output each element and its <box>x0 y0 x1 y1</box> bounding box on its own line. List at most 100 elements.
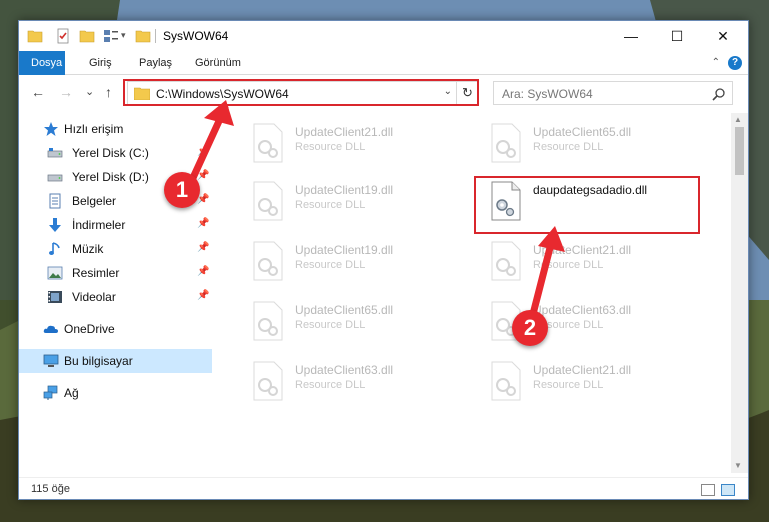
file-name: UpdateClient21.dll <box>533 243 632 257</box>
sidebar-item-label: Hızlı erişim <box>64 122 124 136</box>
sidebar-item-quick-access[interactable]: Hızlı erişim <box>19 117 212 141</box>
address-path[interactable]: C:\Windows\SysWOW64 <box>156 87 289 101</box>
file-tile[interactable]: UpdateClient21.dll Resource DLL <box>479 357 709 415</box>
pin-icon[interactable]: 📌 <box>197 146 209 157</box>
music-icon <box>49 242 60 255</box>
dll-file-icon <box>491 241 521 281</box>
computer-icon <box>43 354 59 367</box>
tab-view[interactable]: Görünüm <box>195 51 241 75</box>
videos-icon <box>48 291 62 303</box>
new-folder-icon[interactable] <box>79 28 95 44</box>
file-tile[interactable]: UpdateClient19.dll Resource DLL <box>241 177 471 235</box>
file-type: Resource DLL <box>533 259 604 271</box>
scroll-down-icon[interactable]: ▼ <box>734 461 742 470</box>
file-name: UpdateClient63.dll <box>533 303 632 317</box>
sidebar-item-pictures[interactable]: Resimler 📌 <box>19 261 212 285</box>
vertical-scrollbar[interactable]: ▲ ▼ <box>731 113 748 473</box>
dll-file-icon <box>253 241 283 281</box>
tab-share[interactable]: Paylaş <box>139 51 172 75</box>
refresh-icon[interactable]: ↻ <box>456 82 478 104</box>
search-icon[interactable] <box>712 87 726 101</box>
sidebar-item-local-disk-c[interactable]: Yerel Disk (C:) 📌 <box>19 141 212 165</box>
tab-file[interactable]: Dosya <box>19 51 65 75</box>
sidebar-item-label: Ağ <box>64 386 79 400</box>
minimize-button[interactable]: — <box>608 21 654 51</box>
dll-file-icon <box>491 181 521 221</box>
large-icons-view-icon[interactable] <box>721 484 735 496</box>
dll-file-icon <box>253 301 283 341</box>
sidebar-item-music[interactable]: Müzik 📌 <box>19 237 212 261</box>
search-input[interactable]: Ara: SysWOW64 <box>502 87 593 101</box>
network-icon <box>43 385 58 400</box>
pictures-icon <box>47 266 63 280</box>
address-bar[interactable]: C:\Windows\SysWOW64 ⌄ ↻ <box>127 81 479 105</box>
quick-access-dropdown-icon[interactable]: ▾ <box>121 30 126 41</box>
address-dropdown-icon[interactable]: ⌄ <box>444 86 452 97</box>
ribbon-expand-icon[interactable]: ⌃ <box>712 57 720 68</box>
star-icon <box>44 122 58 136</box>
file-tile[interactable]: UpdateClient65.dll Resource DLL <box>479 119 709 177</box>
window-title: SysWOW64 <box>163 29 229 43</box>
sidebar-item-label: Müzik <box>72 242 104 256</box>
pin-icon[interactable]: 📌 <box>197 290 209 301</box>
documents-icon <box>49 193 61 209</box>
file-tile[interactable]: UpdateClient63.dll Resource DLL <box>241 357 471 415</box>
step-2-badge: 2 <box>512 310 548 346</box>
title-separator <box>155 29 156 43</box>
file-type: Resource DLL <box>295 141 366 153</box>
title-bar: ▾ SysWOW64 — ☐ ✕ <box>19 21 748 51</box>
minimize-icon: — <box>624 28 638 44</box>
file-tile[interactable]: UpdateClient65.dll Resource DLL <box>241 297 471 355</box>
dll-file-icon <box>253 181 283 221</box>
file-name: UpdateClient21.dll <box>533 363 632 377</box>
sidebar-item-network[interactable]: Ağ <box>19 381 212 405</box>
forward-icon[interactable]: → <box>59 84 73 100</box>
maximize-button[interactable]: ☐ <box>654 21 700 51</box>
pin-icon[interactable]: 📌 <box>197 242 209 253</box>
details-view-icon[interactable] <box>701 484 715 496</box>
tab-home[interactable]: Giriş <box>89 51 112 75</box>
file-name: daupdategsadadio.dll <box>533 183 648 197</box>
sidebar-item-label: Belgeler <box>72 194 117 208</box>
pin-icon[interactable]: 📌 <box>197 218 209 229</box>
file-type: Resource DLL <box>533 141 604 153</box>
dll-file-icon <box>491 123 521 163</box>
back-icon[interactable]: ← <box>31 84 45 100</box>
sidebar-item-label: Resimler <box>72 266 120 280</box>
sidebar-item-downloads[interactable]: İndirmeler 📌 <box>19 213 212 237</box>
sidebar-item-label: Yerel Disk (D:) <box>72 170 149 184</box>
sidebar-item-label: İndirmeler <box>72 218 126 232</box>
help-icon[interactable]: ? <box>728 56 742 70</box>
file-name: UpdateClient19.dll <box>295 243 394 257</box>
cloud-icon <box>43 325 58 333</box>
sidebar-item-this-pc[interactable]: Bu bilgisayar <box>19 349 212 373</box>
file-type: Resource DLL <box>295 259 366 271</box>
file-tile[interactable]: UpdateClient21.dll Resource DLL <box>479 237 709 295</box>
sidebar-item-label: OneDrive <box>64 322 115 336</box>
file-name: UpdateClient19.dll <box>295 183 394 197</box>
sidebar-item-videos[interactable]: Videolar 📌 <box>19 285 212 309</box>
drive-icon <box>47 174 63 182</box>
file-tile[interactable]: UpdateClient21.dll Resource DLL <box>241 119 471 177</box>
sidebar-item-onedrive[interactable]: OneDrive <box>19 317 212 341</box>
title-folder-icon <box>135 30 151 43</box>
file-list: UpdateClient21.dll Resource DLL UpdateCl… <box>231 113 729 473</box>
customize-toolbar-icon[interactable] <box>103 28 119 44</box>
pin-icon[interactable]: 📌 <box>197 170 209 181</box>
file-tile[interactable]: UpdateClient19.dll Resource DLL <box>241 237 471 295</box>
up-icon[interactable]: ↑ <box>105 84 112 100</box>
search-box[interactable]: Ara: SysWOW64 <box>493 81 733 105</box>
scroll-up-icon[interactable]: ▲ <box>734 115 742 124</box>
folder-icon <box>27 30 43 43</box>
properties-icon[interactable] <box>55 28 71 44</box>
close-icon: ✕ <box>717 27 729 44</box>
close-button[interactable]: ✕ <box>700 21 746 51</box>
pin-icon[interactable]: 📌 <box>197 266 209 277</box>
sidebar-item-label: Bu bilgisayar <box>64 354 133 368</box>
recent-locations-icon[interactable]: ⌄ <box>85 85 94 98</box>
download-icon <box>49 218 61 232</box>
file-tile-daupdategsadadio[interactable]: daupdategsadadio.dll <box>479 177 709 235</box>
file-type: Resource DLL <box>295 319 366 331</box>
dll-file-icon <box>491 361 521 401</box>
scrollbar-thumb[interactable] <box>735 127 744 175</box>
